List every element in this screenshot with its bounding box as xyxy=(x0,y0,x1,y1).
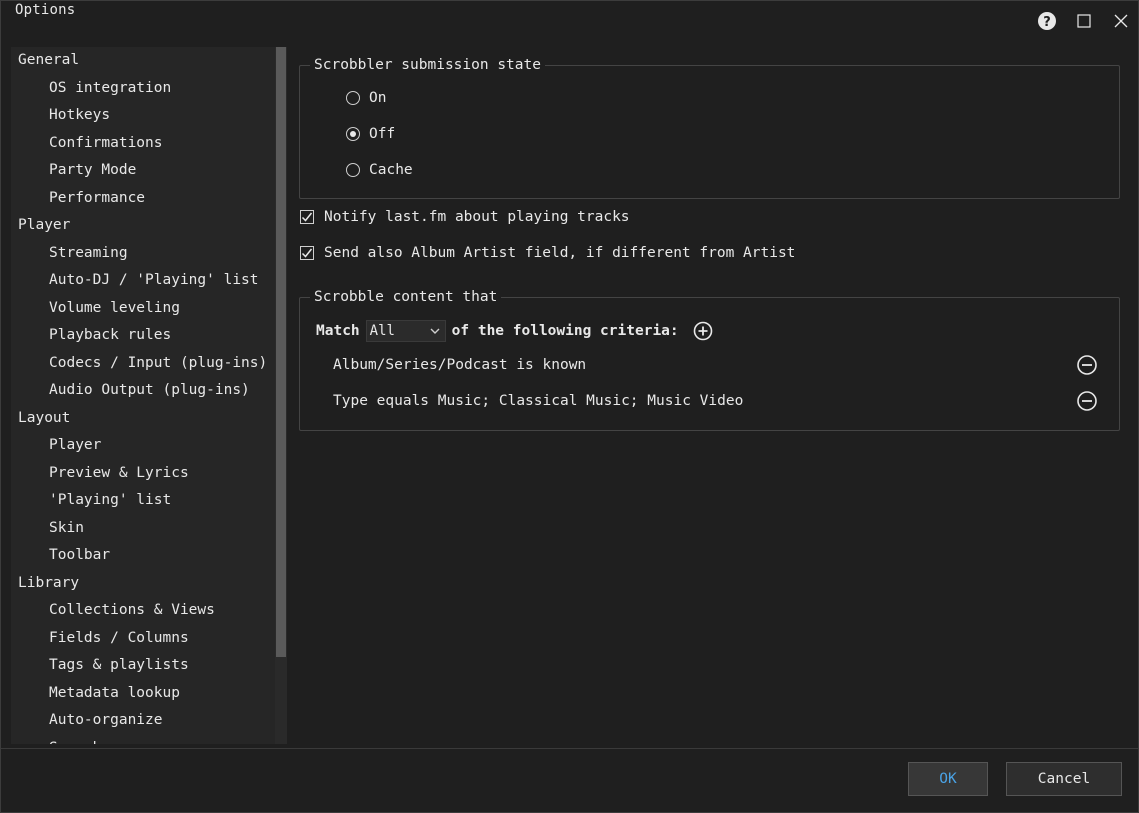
close-icon[interactable] xyxy=(1109,10,1133,32)
sidebar-item[interactable]: OS integration xyxy=(11,75,275,103)
send-album-artist-check[interactable] xyxy=(300,246,314,260)
radio-off-indicator[interactable] xyxy=(346,127,360,141)
sidebar-item[interactable]: Hotkeys xyxy=(11,102,275,130)
radio-off-label: Off xyxy=(369,126,396,142)
criteria-row-2[interactable]: Type equals Music; Classical Music; Musi… xyxy=(333,391,743,411)
options-window: Options ? General OS integration Hotkeys Co… xyxy=(0,0,1139,813)
radio-off[interactable]: Off xyxy=(346,124,395,144)
sidebar-item[interactable]: Volume leveling xyxy=(11,295,275,323)
sidebar-item[interactable]: Auto-DJ / 'Playing' list xyxy=(11,267,275,295)
remove-criteria-icon[interactable] xyxy=(1075,353,1099,377)
sidebar-item[interactable]: Metadata lookup xyxy=(11,680,275,708)
options-sidebar: General OS integration Hotkeys Confirmation… xyxy=(11,47,287,744)
maximize-icon[interactable] xyxy=(1072,10,1096,32)
criteria-label: of the following criteria: xyxy=(451,323,679,339)
window-title: Options xyxy=(15,2,76,18)
sidebar-section[interactable]: General xyxy=(11,47,275,75)
sidebar-item[interactable]: Toolbar xyxy=(11,542,275,570)
sidebar-item[interactable]: Codecs / Input (plug-ins) xyxy=(11,350,275,378)
sidebar-item[interactable]: Confirmations xyxy=(11,130,275,158)
match-label: Match xyxy=(316,323,360,339)
sidebar-section[interactable]: Layout xyxy=(11,405,275,433)
checkmark-icon xyxy=(301,212,313,222)
radio-on[interactable]: On xyxy=(346,88,386,108)
radio-cache[interactable]: Cache xyxy=(346,160,413,180)
sidebar-scrollbar[interactable] xyxy=(275,47,287,744)
radio-on-label: On xyxy=(369,90,387,106)
sidebar-item[interactable]: Streaming xyxy=(11,240,275,268)
radio-on-indicator[interactable] xyxy=(346,91,360,105)
ok-button[interactable]: OK xyxy=(908,762,988,796)
sidebar-item[interactable]: Fields / Columns xyxy=(11,625,275,653)
match-select[interactable]: All xyxy=(365,320,446,342)
match-row: Match All of the following criteria: xyxy=(316,319,713,343)
sidebar-item[interactable]: Preview & Lyrics xyxy=(11,460,275,488)
sidebar-item[interactable]: Player xyxy=(11,432,275,460)
send-album-artist-checkbox[interactable]: Send also Album Artist field, if differe… xyxy=(300,243,795,263)
sidebar-item[interactable]: Tags & playlists xyxy=(11,652,275,680)
radio-cache-label: Cache xyxy=(369,162,413,178)
checkmark-icon xyxy=(301,248,313,258)
cancel-button[interactable]: Cancel xyxy=(1006,762,1122,796)
scrobble-content-title: Scrobble content that xyxy=(310,288,502,306)
sidebar-item[interactable]: Auto-organize xyxy=(11,707,275,735)
scrobbler-state-title: Scrobbler submission state xyxy=(310,56,545,74)
sidebar-scroll-thumb[interactable] xyxy=(276,47,286,657)
help-icon[interactable]: ? xyxy=(1035,10,1059,32)
chevron-down-icon xyxy=(430,328,440,334)
options-tree: General OS integration Hotkeys Confirmation… xyxy=(11,47,275,744)
scrobbler-state-group: Scrobbler submission state On Off Cache xyxy=(299,56,1120,199)
sidebar-item[interactable]: Skin xyxy=(11,515,275,543)
svg-text:?: ? xyxy=(1043,15,1051,30)
sidebar-item[interactable]: Performance xyxy=(11,185,275,213)
sidebar-item[interactable]: Collections & Views xyxy=(11,597,275,625)
sidebar-item[interactable]: 'Playing' list xyxy=(11,487,275,515)
radio-cache-indicator[interactable] xyxy=(346,163,360,177)
criteria-row-1[interactable]: Album/Series/Podcast is known xyxy=(333,355,586,375)
scrobble-content-group: Scrobble content that Match All of the f… xyxy=(299,288,1120,431)
sidebar-item[interactable]: Playback rules xyxy=(11,322,275,350)
notify-lastfm-checkbox[interactable]: Notify last.fm about playing tracks xyxy=(300,207,630,227)
sidebar-section[interactable]: Library xyxy=(11,570,275,598)
send-album-artist-label: Send also Album Artist field, if differe… xyxy=(324,245,796,261)
footer-divider xyxy=(1,748,1138,749)
notify-lastfm-label: Notify last.fm about playing tracks xyxy=(324,209,630,225)
sidebar-item[interactable]: Audio Output (plug-ins) xyxy=(11,377,275,405)
sidebar-section[interactable]: Player xyxy=(11,212,275,240)
sidebar-item[interactable]: Search xyxy=(11,735,275,745)
match-select-value: All xyxy=(369,323,395,339)
notify-lastfm-check[interactable] xyxy=(300,210,314,224)
remove-criteria-icon[interactable] xyxy=(1075,389,1099,413)
add-criteria-icon[interactable] xyxy=(693,321,713,341)
sidebar-item[interactable]: Party Mode xyxy=(11,157,275,185)
